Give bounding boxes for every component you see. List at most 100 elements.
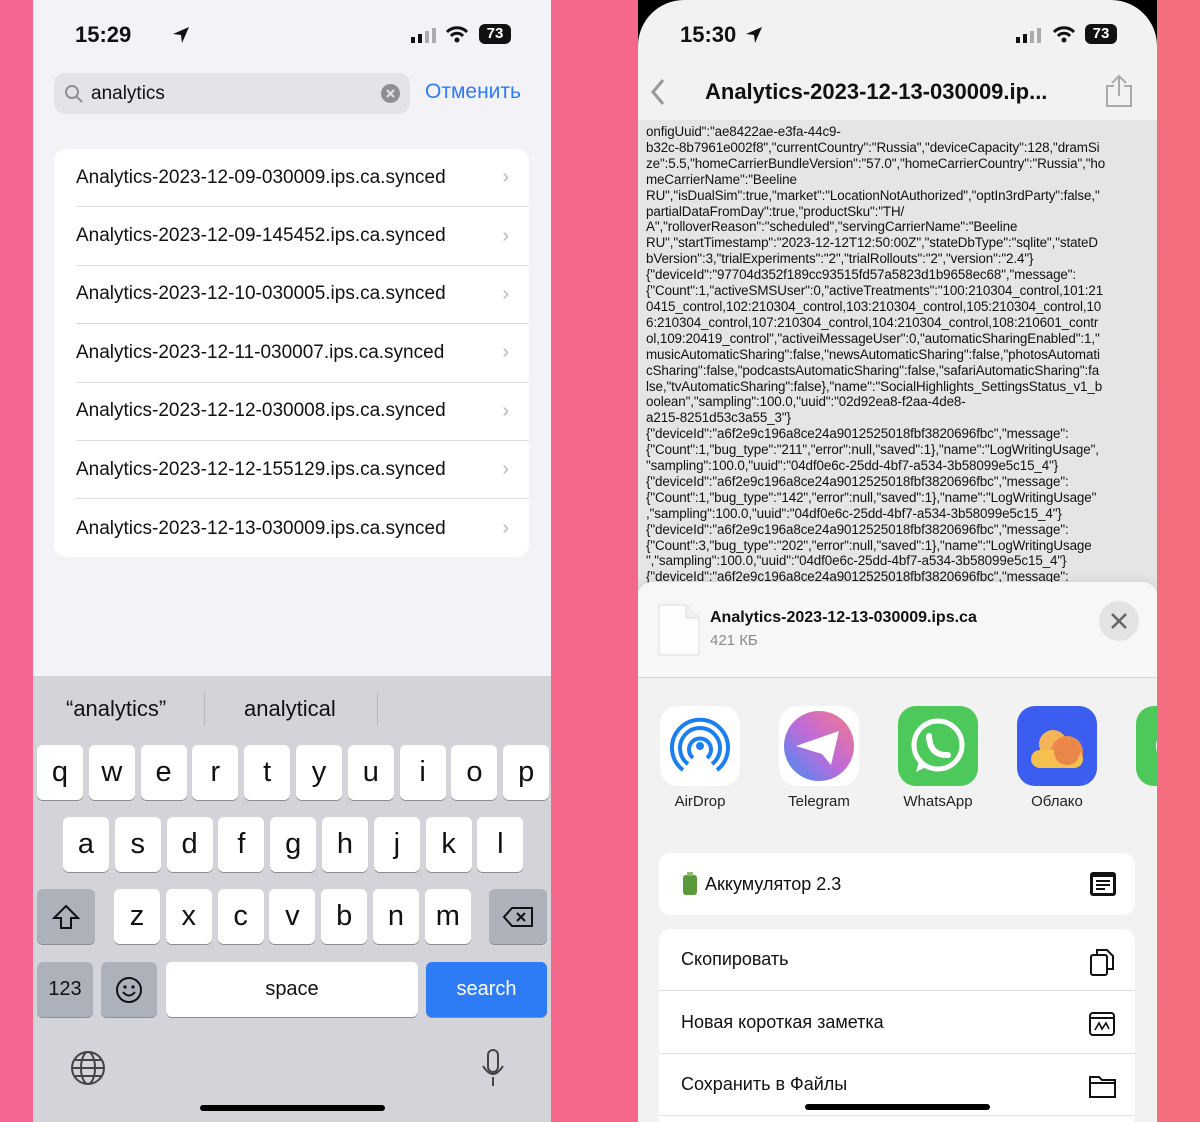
key-l[interactable]: l [477, 817, 524, 872]
globe-icon[interactable] [70, 1050, 106, 1086]
share-app-coo[interactable] [1136, 706, 1157, 786]
key-r[interactable]: r [192, 745, 239, 800]
content-line: cSharing":false,"podcastsAutomaticSharin… [646, 362, 1100, 378]
key-c[interactable]: c [217, 889, 264, 944]
share-app-облако[interactable] [1017, 706, 1097, 786]
key-h[interactable]: h [322, 817, 368, 872]
shift-key[interactable] [37, 889, 95, 944]
key-y[interactable]: y [296, 745, 342, 800]
key-b[interactable]: b [321, 889, 368, 944]
content-line: 6:210304_control,107:210304_control,104:… [646, 314, 1099, 330]
app-icon [1136, 706, 1157, 786]
content-line: {"deviceId":"a6f2e9c196a8ce24a9012525018… [646, 473, 1069, 489]
result-label: Analytics-2023-12-10-030005.ips.ca.synce… [76, 283, 446, 305]
share-app-whatsapp[interactable] [898, 706, 978, 786]
content-line: onfigUuid":"ae8422ae-e3fa-44c9- [646, 124, 841, 139]
shortcut-action[interactable]: Аккумулятор 2.3 [659, 853, 1135, 915]
share-app-airdrop[interactable] [660, 706, 740, 786]
result-row[interactable]: Analytics-2023-12-12-030008.ips.ca.synce… [76, 383, 529, 441]
location-arrow-icon [173, 27, 189, 43]
status-time: 15:29 [75, 22, 132, 47]
result-row[interactable]: Analytics-2023-12-09-145452.ips.ca.synce… [76, 207, 529, 266]
content-line: ze":5.5,"homeCarrierBundleVersion":"57.0… [646, 155, 1106, 171]
content-line: ol,109:20419_control","activeiMessageUse… [646, 330, 1100, 346]
share-icon[interactable] [1104, 74, 1134, 108]
content-line: {"Count":1,"activeSMSUser":0,"activeTrea… [646, 283, 1104, 299]
key-g[interactable]: g [270, 817, 317, 872]
clear-icon[interactable] [381, 84, 400, 103]
numbers-key[interactable]: 123 [37, 962, 93, 1017]
key-z[interactable]: z [114, 889, 160, 944]
back-chevron-icon[interactable] [650, 78, 666, 106]
search-key[interactable]: search [426, 962, 547, 1017]
share-app-label: AirDrop [674, 793, 726, 810]
key-o[interactable]: o [451, 745, 498, 800]
key-s[interactable]: s [114, 817, 161, 872]
key-i[interactable]: i [399, 745, 446, 800]
key-j[interactable]: j [373, 817, 420, 872]
key-a[interactable]: a [63, 817, 109, 872]
key-u[interactable]: u [347, 745, 394, 800]
content-line: {"deviceId":"97704d352f189cc93515fd57a58… [646, 267, 1077, 283]
content-line: {"deviceId":"a6f2e9c196a8ce24a9012525018… [646, 521, 1069, 537]
result-row[interactable]: Analytics-2023-12-09-030009.ips.ca.synce… [76, 149, 529, 208]
key-t[interactable]: t [244, 745, 291, 800]
key-d[interactable]: d [166, 817, 213, 872]
action-copy[interactable]: Скопировать [659, 929, 1135, 991]
content-line: A","rolloverReason":"scheduled","serving… [646, 219, 1018, 235]
key-x[interactable]: x [165, 889, 212, 944]
content-line: {"Count":3,"bug_type":"202","error":null… [646, 537, 1092, 553]
microphone-icon[interactable] [480, 1048, 506, 1088]
chevron-right-icon: › [502, 458, 509, 481]
action-quick-note[interactable]: Новая короткая заметка [659, 992, 1135, 1054]
result-label: Analytics-2023-12-09-030009.ips.ca.synce… [76, 166, 446, 188]
key-e[interactable]: e [140, 745, 187, 800]
share-app-telegram[interactable] [779, 706, 859, 786]
shortcut-row[interactable]: Аккумулятор 2.3 [659, 853, 1135, 915]
emoji-key[interactable] [101, 962, 157, 1017]
key-n[interactable]: n [373, 889, 419, 944]
battery-indicator: 73 [479, 24, 511, 44]
content-line: {"Count":1,"bug_type":"142","error":null… [646, 489, 1097, 505]
chevron-right-icon: › [502, 166, 509, 189]
content-line: meCarrierName":"Beeline [646, 171, 797, 187]
suggestion-quoted[interactable]: “analytics” [66, 696, 166, 722]
cancel-button[interactable]: Отменить [425, 80, 521, 104]
backspace-icon [502, 906, 533, 927]
content-line: a215-8251d53c3a55_3"} [646, 410, 791, 426]
key-m[interactable]: m [424, 889, 471, 944]
key-q[interactable]: q [37, 745, 83, 800]
content-line: bVersion":3,"trialExperiments":"2","tria… [646, 251, 1034, 267]
result-row[interactable]: Analytics-2023-12-10-030005.ips.ca.synce… [76, 266, 529, 325]
share-header: Analytics-2023-12-13-030009.ips.ca 421 К… [638, 582, 1157, 678]
wifi-icon [445, 26, 469, 43]
search-screen: 15:29 73 analytics Отменить Analytics-20… [33, 0, 551, 1122]
wifi-icon [1052, 26, 1076, 43]
content-line: ","sampling":100.0,"uuid":"04df0e6c-25dd… [646, 553, 1067, 569]
result-label: Analytics-2023-12-11-030007.ips.ca.synce… [76, 341, 445, 363]
content-line: oolean","sampling":100.0,"uuid":"02d92ea… [646, 394, 966, 410]
result-row[interactable]: Analytics-2023-12-11-030007.ips.ca.synce… [76, 324, 529, 383]
space-key[interactable]: space [166, 962, 418, 1017]
key-k[interactable]: k [425, 817, 472, 872]
key-p[interactable]: p [503, 745, 550, 800]
result-label: Analytics-2023-12-12-030008.ips.ca.synce… [76, 400, 446, 422]
location-arrow-icon [746, 27, 762, 43]
copy-icon [1090, 949, 1114, 976]
delete-key[interactable] [489, 889, 547, 944]
key-f[interactable]: f [218, 817, 265, 872]
result-row[interactable]: Analytics-2023-12-13-030009.ips.ca.synce… [76, 499, 529, 557]
key-w[interactable]: w [88, 745, 135, 800]
search-icon [65, 85, 83, 103]
close-button[interactable] [1099, 601, 1139, 641]
key-v[interactable]: v [269, 889, 316, 944]
divider [377, 692, 378, 726]
suggestion-analytical[interactable]: analytical [244, 696, 336, 722]
result-row[interactable]: Analytics-2023-12-12-155129.ips.ca.synce… [76, 441, 529, 500]
content-line: {"Count":1,"bug_type":"211","error":null… [646, 442, 1099, 458]
share-sheet: Analytics-2023-12-13-030009.ips.ca 421 К… [638, 582, 1157, 1122]
divider [204, 692, 205, 726]
share-app-label: Telegram [788, 793, 850, 810]
search-input[interactable]: analytics [54, 73, 410, 114]
share-app-label: Облако [1031, 793, 1083, 810]
